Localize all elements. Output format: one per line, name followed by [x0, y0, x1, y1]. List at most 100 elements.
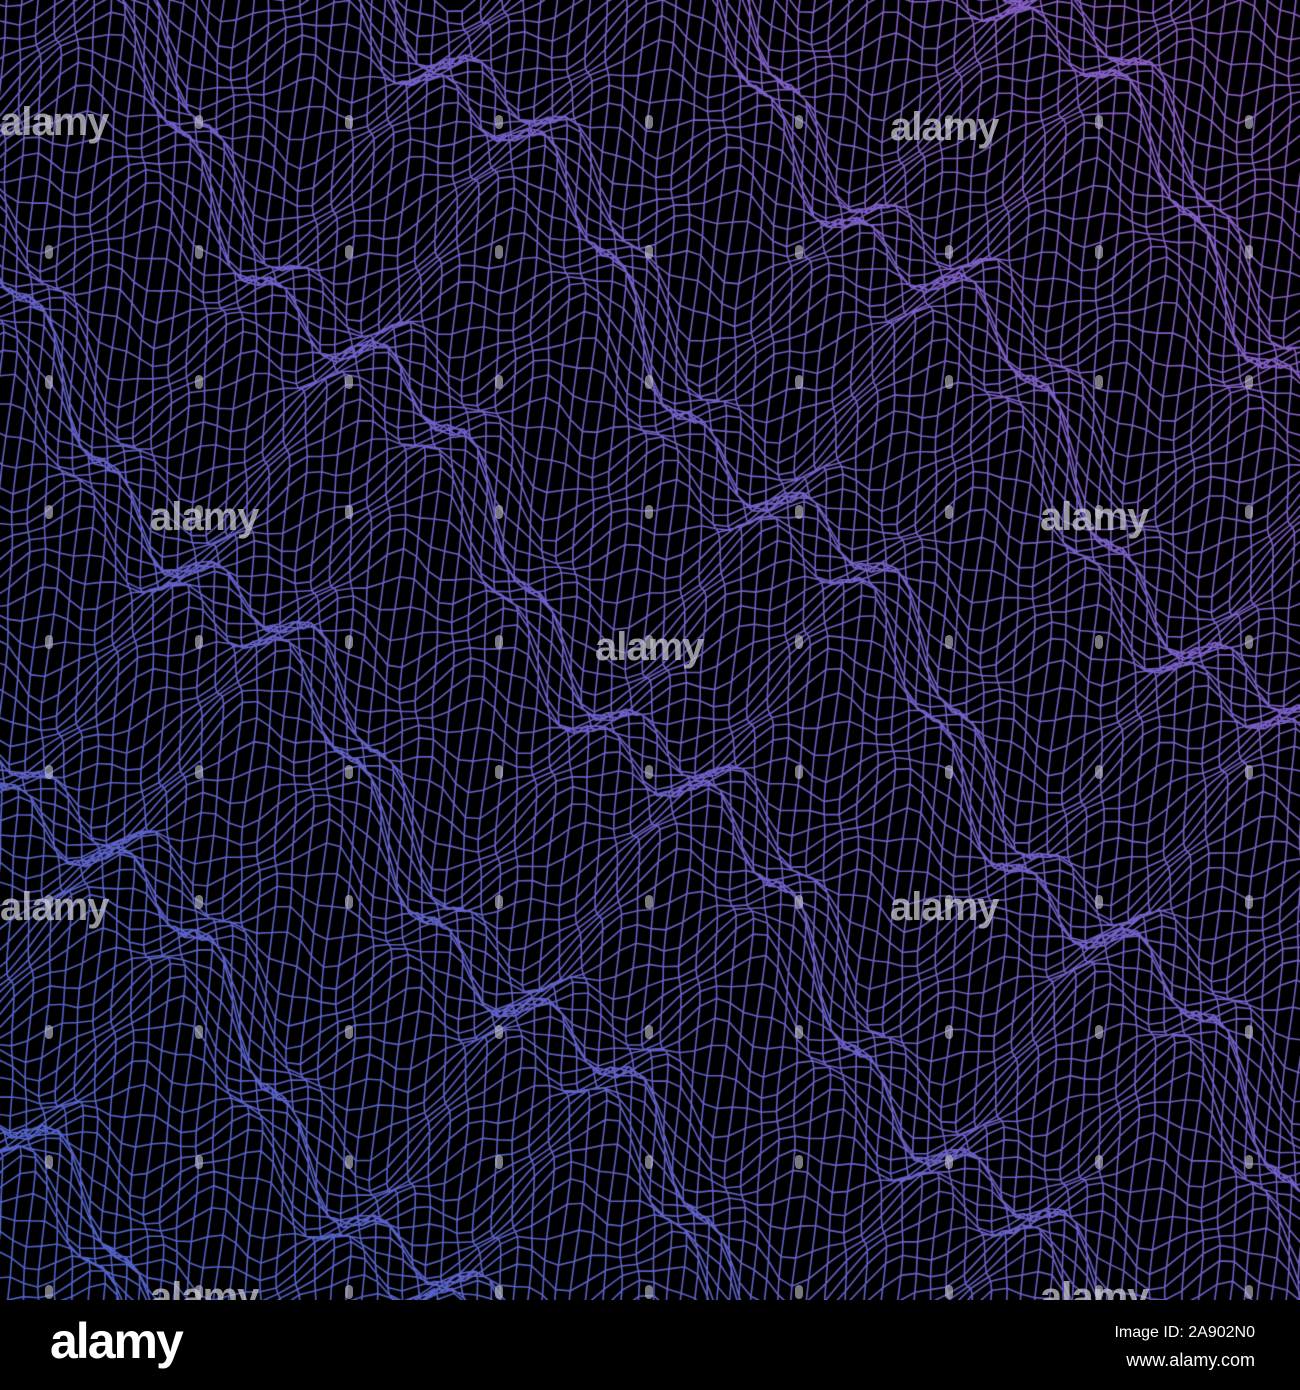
watermark-dot	[45, 375, 53, 389]
website-url: www.alamy.com	[1126, 1350, 1255, 1370]
watermark-dot	[1095, 1155, 1103, 1169]
watermark-dot	[1095, 375, 1103, 389]
watermark-dot	[1095, 895, 1103, 909]
watermark-text: alamy	[1040, 495, 1149, 539]
watermark-dot	[1095, 765, 1103, 779]
watermark-dot	[345, 765, 353, 779]
watermark-dot	[45, 635, 53, 649]
watermark-dot	[495, 895, 503, 909]
watermark-dot	[45, 895, 53, 909]
watermark-dot	[645, 115, 653, 129]
watermark-dot	[495, 765, 503, 779]
watermark-dot	[495, 1285, 503, 1299]
watermark-dot	[195, 245, 203, 259]
watermark-dot	[1245, 895, 1253, 909]
watermark-dot	[945, 115, 953, 129]
watermark-dot	[195, 635, 203, 649]
watermark-dot	[495, 245, 503, 259]
watermark-dot	[1245, 635, 1253, 649]
watermark-dot	[795, 765, 803, 779]
watermark-dot	[945, 635, 953, 649]
watermark-dot	[1095, 245, 1103, 259]
watermark-dot	[495, 635, 503, 649]
watermark-dot	[495, 375, 503, 389]
alamy-logo: alamy	[50, 1313, 184, 1369]
watermark-dot	[945, 895, 953, 909]
watermark-dot	[795, 1155, 803, 1169]
watermark-dot	[1245, 1155, 1253, 1169]
watermark-text: alamy	[890, 885, 999, 929]
watermark-dot	[45, 765, 53, 779]
watermark-dot	[1245, 245, 1253, 259]
watermark-text: alamy	[0, 885, 109, 929]
watermark-dot	[645, 1155, 653, 1169]
watermark-dot	[795, 1025, 803, 1039]
watermark-dot	[1095, 635, 1103, 649]
watermark-dot	[645, 375, 653, 389]
watermark-dot	[45, 1155, 53, 1169]
watermark-dot	[945, 1025, 953, 1039]
watermark-dot	[645, 245, 653, 259]
watermark-dot	[1245, 505, 1253, 519]
watermark-dot	[195, 505, 203, 519]
watermark-dot	[645, 1025, 653, 1039]
watermark-dot	[945, 245, 953, 259]
watermark-dot	[795, 1285, 803, 1299]
watermark-dot	[795, 245, 803, 259]
watermark-dot	[345, 375, 353, 389]
stock-image: alamy alamy alamy alamy alamy alamy alamy alamy…	[0, 0, 1300, 1390]
watermark-dot	[795, 635, 803, 649]
watermark-dot	[195, 765, 203, 779]
image-id: Image ID: 2A902N0	[1114, 1324, 1255, 1341]
watermark-dot	[645, 635, 653, 649]
watermark-text: alamy	[150, 495, 259, 539]
watermark-dot	[795, 505, 803, 519]
watermark-dot	[1095, 115, 1103, 129]
watermark-dot	[495, 1155, 503, 1169]
watermark-dot	[945, 1155, 953, 1169]
watermark-dot	[345, 115, 353, 129]
watermark-dot	[195, 115, 203, 129]
watermark-text: alamy	[0, 100, 109, 144]
watermark-dot	[45, 1025, 53, 1039]
watermark-dot	[795, 115, 803, 129]
watermark-dot	[495, 1025, 503, 1039]
watermark-dot	[195, 1155, 203, 1169]
watermark-dot	[945, 375, 953, 389]
watermark-dot	[195, 895, 203, 909]
watermark-dot	[345, 505, 353, 519]
watermark-dot	[645, 1285, 653, 1299]
watermark-dot	[795, 375, 803, 389]
watermark-dot	[1095, 1025, 1103, 1039]
watermark-dot	[645, 895, 653, 909]
watermark-dot	[45, 505, 53, 519]
watermark-dot	[195, 1025, 203, 1039]
watermark-dot	[1245, 1285, 1253, 1299]
watermark-dot	[645, 765, 653, 779]
watermark-dot	[345, 1285, 353, 1299]
watermark-dot	[795, 895, 803, 909]
watermark-dot	[45, 245, 53, 259]
watermark-dot	[1095, 1285, 1103, 1299]
watermark-text: alamy	[890, 105, 999, 149]
watermark-dot	[495, 115, 503, 129]
watermark-dot	[345, 895, 353, 909]
watermark-dot	[945, 505, 953, 519]
watermark-dot	[345, 1155, 353, 1169]
watermark-dot	[345, 1025, 353, 1039]
watermark-dot	[945, 1285, 953, 1299]
watermark-dot	[45, 115, 53, 129]
watermark-dot	[1245, 375, 1253, 389]
watermark-dot	[495, 505, 503, 519]
watermark-dot	[1245, 115, 1253, 129]
watermark-dot	[1245, 1025, 1253, 1039]
watermark-dot	[945, 765, 953, 779]
watermark-dot	[345, 245, 353, 259]
footer-bar: alamy Image ID: 2A902N0 www.alamy.com	[0, 1300, 1300, 1390]
watermark-dot	[195, 375, 203, 389]
watermark-dot	[645, 505, 653, 519]
watermark-dot	[195, 1285, 203, 1299]
watermark-dot	[1095, 505, 1103, 519]
watermark-dot	[1245, 765, 1253, 779]
watermark-dot	[345, 635, 353, 649]
